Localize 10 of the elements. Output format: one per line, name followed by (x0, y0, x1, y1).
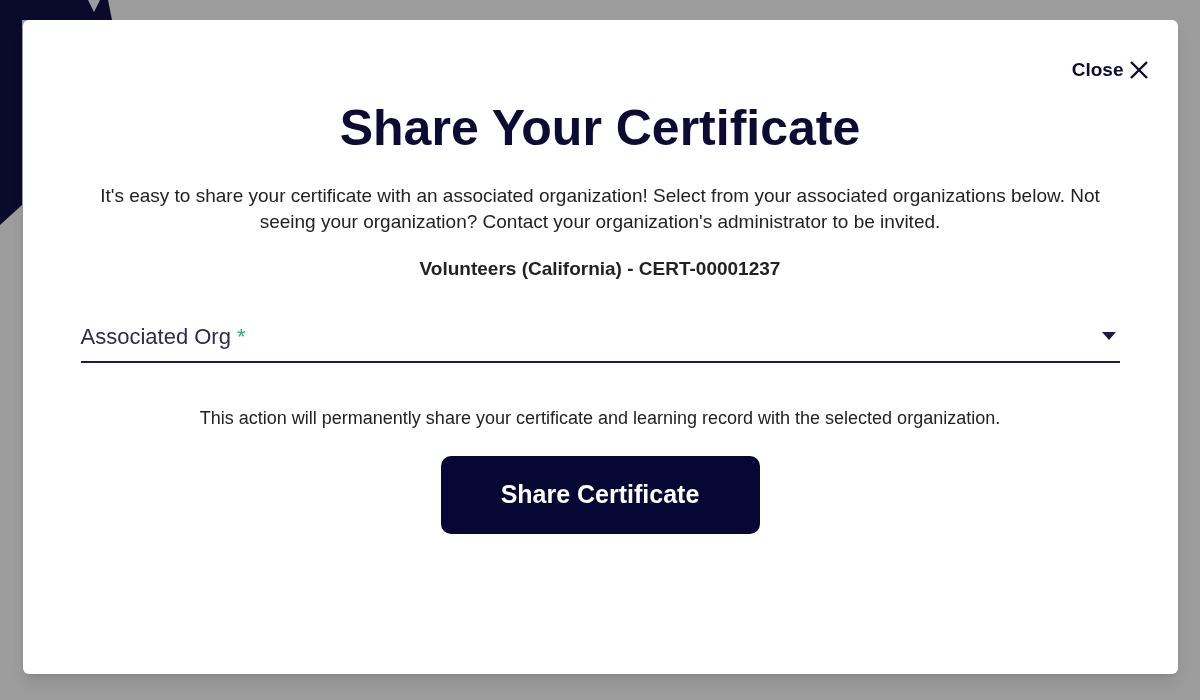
dialog-title: Share Your Certificate (339, 98, 861, 158)
close-button[interactable]: Close (1071, 56, 1150, 85)
certificate-label: Volunteers (California) - CERT-00001237 (419, 257, 781, 281)
notice-text: This action will permanently share your certificate and learning record with the selected organization. (199, 406, 1001, 430)
share-certificate-button[interactable]: Share Certificate (440, 455, 760, 534)
field-label: Associated Org (80, 323, 231, 349)
intro-text: It's easy to share your certificate with an associated organization! Select from your associated organizations below. Not seeing your organization? Contact your organization's administrator to be invited. (99, 184, 1101, 234)
dropdown-caret-icon (1101, 332, 1116, 340)
required-mark: * (237, 323, 246, 349)
associated-org-select[interactable]: Associated Org * (80, 319, 1120, 363)
